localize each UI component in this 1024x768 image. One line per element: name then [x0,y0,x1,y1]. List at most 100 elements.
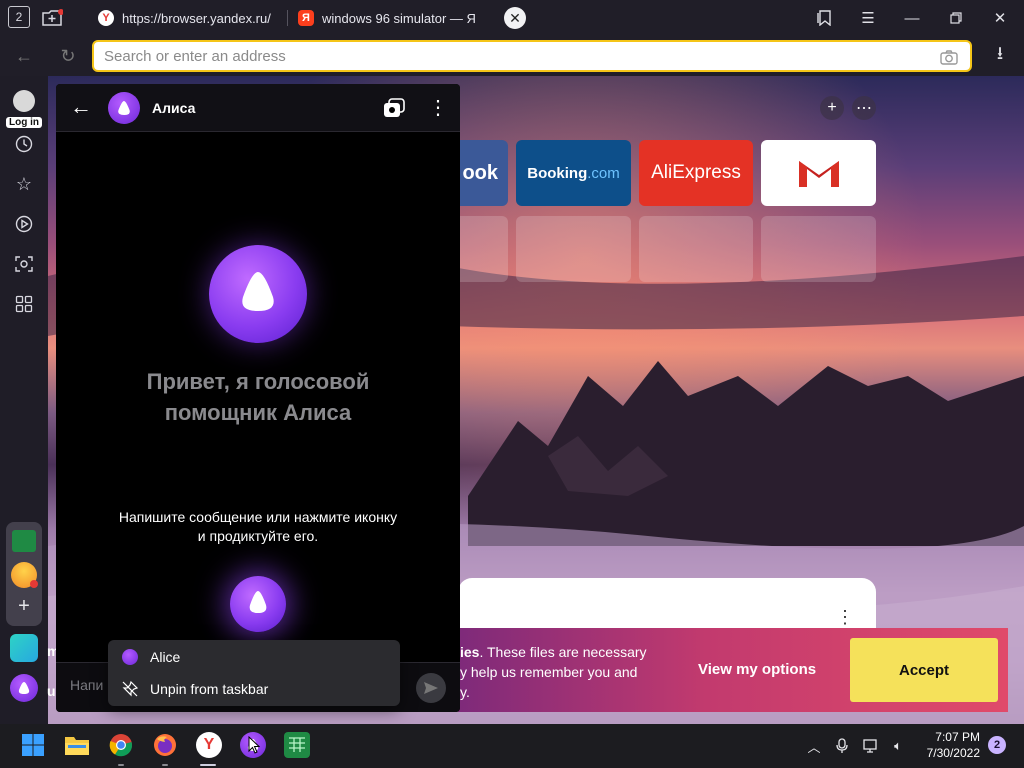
more-vertical-icon[interactable]: ⋮ [428,96,448,120]
speed-dial-empty[interactable] [516,216,631,282]
cookie-text: ies. These files are necessary y help us… [460,642,676,702]
clock-date: 7/30/2022 [926,746,980,760]
tab-title: windows 96 simulator — Я [322,10,476,26]
windows-taskbar: Y ︿ 🔈︎ 7:07 PM 7/30/2022 2 [0,724,1024,768]
speed-dial-empty[interactable] [452,216,508,282]
more-icon[interactable]: ⋯ [852,96,876,120]
tab-title: https://browser.yandex.ru/ [122,10,271,26]
yandex-y-icon: Y [98,10,114,26]
cookie-text-bold: ies [460,644,480,660]
yandex-search-icon: Я [298,10,314,26]
speed-dial-gmail[interactable] [761,140,876,206]
messenger-app-icon[interactable] [10,634,38,662]
send-icon[interactable] [416,673,446,703]
clock-time: 7:07 PM [935,730,980,744]
alice-hint: Напишите сообщение или нажмите иконку и … [118,509,398,544]
menu-icon[interactable]: ☰ [856,6,880,30]
address-bar-row: ← ↻ ⭳ [0,36,1024,76]
network-icon[interactable] [862,736,882,756]
minimize-button[interactable]: — [900,6,924,30]
spreadsheet-taskbar-icon[interactable] [284,732,310,758]
menu-item-label: Alice [150,649,181,665]
yandex-browser-icon[interactable]: Y [196,732,222,758]
downloads-icon[interactable]: ⭳ [988,43,1012,68]
running-indicator [118,764,124,766]
address-input[interactable] [104,47,924,65]
cookie-banner: ies. These files are necessary y help us… [458,628,1008,712]
file-explorer-icon[interactable] [64,732,90,758]
reload-icon[interactable]: ↻ [56,44,80,68]
login-button[interactable]: Log in [6,90,42,130]
card-menu-icon[interactable]: ⋮ [836,608,854,626]
unpin-icon [122,681,138,697]
accept-button[interactable]: Accept [850,638,998,702]
alice-logo-icon [108,92,140,124]
chevron-up-icon[interactable]: ︿ [804,736,824,756]
tile-label: AliExpress [651,162,741,183]
active-indicator [200,764,216,766]
close-window-button[interactable]: ✕ [988,6,1012,30]
alice-logo-large-icon [209,245,307,343]
spreadsheet-app-icon[interactable] [12,530,36,552]
back-arrow-icon[interactable]: ← [70,96,94,120]
new-tab-icon[interactable] [40,6,64,30]
sidebar-apps-panel: + [6,522,42,626]
tile-label: ook [462,161,498,184]
tab-count: 2 [15,10,23,24]
speed-dial-aliexpress[interactable]: AliExpress [639,140,753,206]
avatar [13,90,35,112]
alice-panel: ← Алиса ⋮ Привет, я голосовой помощник А… [56,84,460,712]
tile-label-suffix: .com [587,164,620,182]
background-text-fragment: u [47,683,56,699]
history-icon[interactable] [12,132,36,156]
speed-dial-facebook[interactable]: ook [452,140,508,206]
close-tab-button[interactable]: ✕ [504,7,526,29]
cookie-text-rest: . These files are necessary [479,644,647,660]
view-options-button[interactable]: View my options [698,661,816,678]
restore-button[interactable] [944,6,968,30]
alice-header: ← Алиса ⋮ [56,84,460,132]
add-tile-button[interactable]: + [820,96,844,120]
notification-dot [30,580,38,588]
microphone-icon[interactable] [832,736,852,756]
cookie-text-line2: y help us remember you and [460,664,638,680]
windows-start-icon[interactable] [20,732,46,758]
speed-dial-empty[interactable] [639,216,753,282]
bookmarks-icon[interactable] [812,6,836,30]
tile-label: Booking [527,164,588,182]
taskbar-context-menu: Alice Unpin from taskbar [108,640,400,706]
screenshot-icon[interactable] [12,252,36,276]
menu-item-unpin[interactable]: Unpin from taskbar [108,673,400,705]
alice-devices-icon[interactable] [382,96,406,120]
menu-item-label: Unpin from taskbar [150,681,269,697]
alice-app-icon[interactable] [10,674,38,702]
speed-dial-booking[interactable]: Booking .com [516,140,631,206]
tab-counter-button[interactable]: 2 [8,6,30,28]
volume-icon[interactable]: 🔈︎ [888,736,908,756]
notification-badge[interactable]: 2 [988,736,1006,754]
alice-greeting: Привет, я голосовой помощник Алиса [146,369,370,425]
menu-item-alice[interactable]: Alice [108,641,400,673]
video-icon[interactable] [12,212,36,236]
tab-search[interactable]: Я windows 96 simulator — Я [290,4,480,32]
tab-divider [287,10,288,26]
cookie-text-line3: y. [460,684,470,700]
running-indicator [162,764,168,766]
star-icon[interactable]: ☆ [12,172,36,196]
speed-dial-empty[interactable] [761,216,876,282]
back-icon[interactable]: ← [12,44,36,68]
alice-title: Алиса [152,100,196,116]
apps-grid-icon[interactable] [12,292,36,316]
browser-sidebar: Log in ☆ + [0,76,48,724]
tab-bar: 2 Y https://browser.yandex.ru/ Я windows… [0,0,1024,36]
address-field[interactable] [92,40,972,72]
system-clock[interactable]: 7:07 PM 7/30/2022 [918,729,980,761]
login-label: Log in [6,117,42,128]
firefox-icon[interactable] [152,732,178,758]
tab-yandex-browser[interactable]: Y https://browser.yandex.ru/ [90,4,280,32]
chrome-icon[interactable] [108,732,134,758]
alice-voice-button[interactable] [230,576,286,632]
camera-search-icon[interactable] [940,49,958,69]
gmail-icon [798,161,839,187]
add-app-icon[interactable]: + [14,596,34,616]
